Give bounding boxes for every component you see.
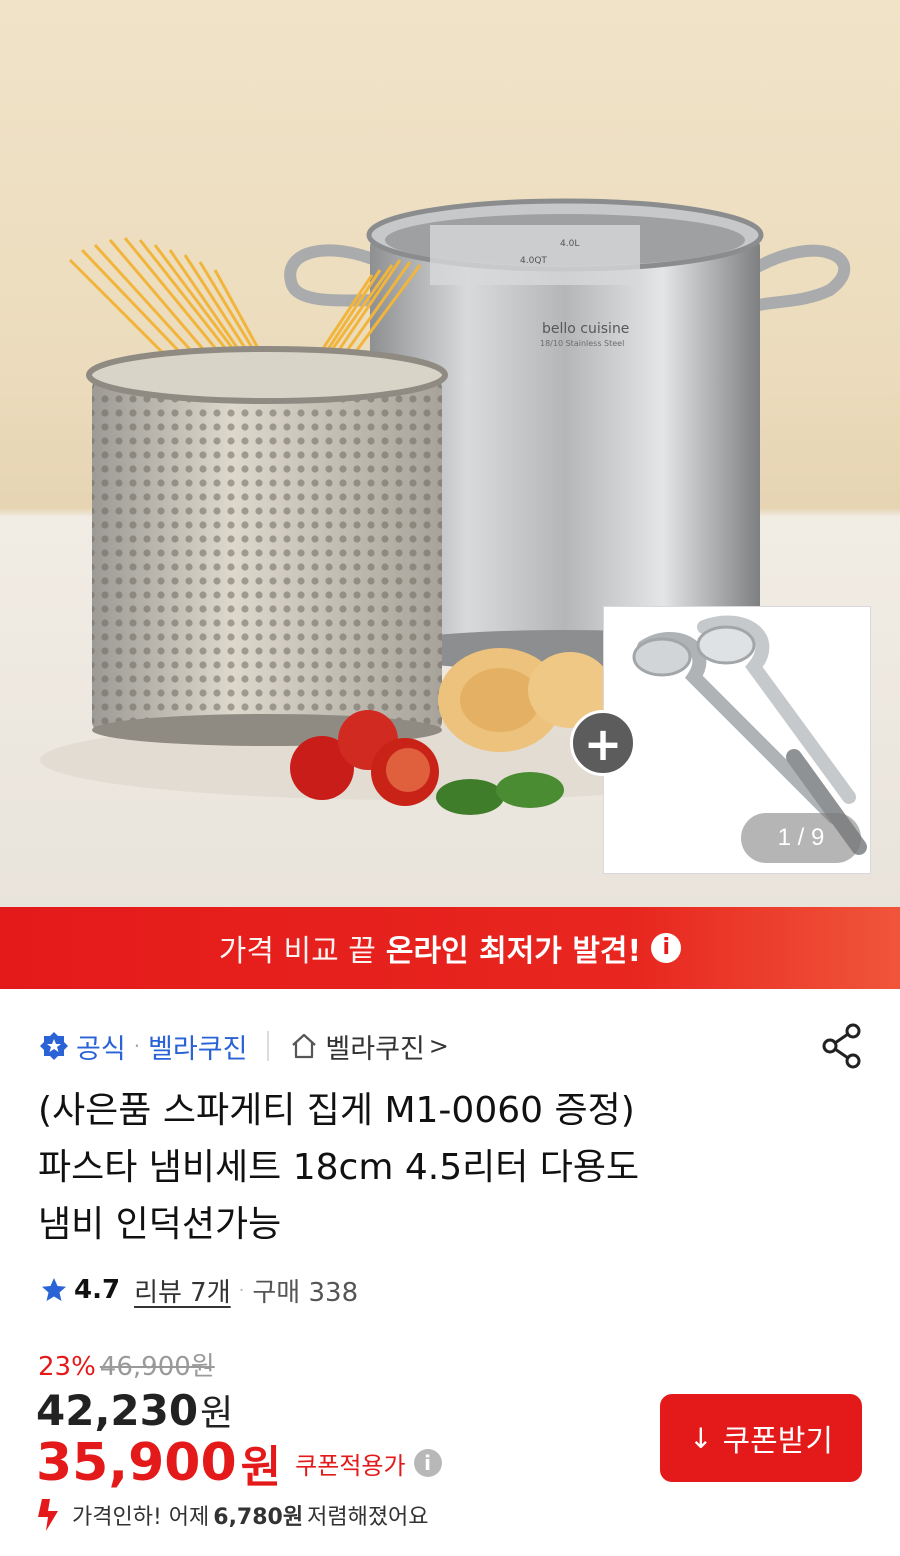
pot-mark-4qt: 4.0QT: [520, 256, 547, 266]
coupon-price-unit: 원: [240, 1442, 282, 1493]
separator-dot: ·: [133, 1034, 141, 1058]
official-label[interactable]: 공식: [76, 1027, 126, 1066]
get-coupon-button[interactable]: ↓ 쿠폰받기: [660, 1394, 862, 1482]
original-price: 46,900원: [99, 1352, 215, 1382]
coupon-price: 35,900: [36, 1433, 237, 1493]
price-drop-icon: [38, 1499, 58, 1531]
drop-amount: 6,780원: [213, 1505, 304, 1530]
title-line-1: (사은품 스파게티 집게 M1-0060 증정): [38, 1090, 635, 1131]
info-icon[interactable]: i: [413, 1449, 442, 1477]
drop-prefix: 가격인하! 어제: [72, 1505, 210, 1530]
image-counter: 1 / 9: [741, 813, 861, 863]
home-icon[interactable]: [289, 1031, 319, 1061]
current-price-unit: 원: [200, 1393, 234, 1434]
product-title: (사은품 스파게티 집게 M1-0060 증정) 파스타 냄비세트 18cm 4…: [38, 1082, 868, 1253]
divider: [267, 1031, 270, 1061]
lowest-price-banner[interactable]: 가격 비교 끝 온라인 최저가 발견! i: [0, 907, 900, 989]
coupon-button-label: 쿠폰받기: [722, 1424, 833, 1459]
rating-score: 4.7: [74, 1275, 121, 1305]
discount-rate: 23%: [38, 1352, 96, 1382]
store-link[interactable]: 벨라쿠진: [325, 1027, 424, 1066]
separator-dot: ·: [238, 1279, 245, 1301]
price-drop-notice: 가격인하! 어제 6,780원 저렴해졌어요: [36, 1496, 429, 1534]
purchase-count: 구매 338: [252, 1277, 359, 1308]
chevron-right-icon[interactable]: >: [429, 1032, 449, 1060]
pot-subtitle-text: 18/10 Stainless Steel: [540, 339, 624, 348]
official-badge-icon: [40, 1032, 68, 1060]
discount-row: 23% 46,900원: [38, 1346, 215, 1382]
title-line-2: 파스타 냄비세트 18cm 4.5리터 다용도: [38, 1147, 640, 1188]
product-image-carousel[interactable]: 4.0L 4.0QT bello cuisine 18/10 Stainless…: [0, 0, 900, 907]
download-arrow-icon: ↓: [689, 1421, 713, 1455]
banner-bold-text: 온라인 최저가 발견!: [385, 934, 642, 969]
plus-icon: +: [570, 710, 636, 776]
info-icon[interactable]: i: [651, 933, 682, 963]
price-row: 42,230 원: [36, 1384, 233, 1438]
coupon-price-row: 35,900 원 쿠폰적용가 i: [36, 1432, 442, 1494]
current-price: 42,230: [36, 1386, 199, 1435]
reviews-link[interactable]: 리뷰 7개: [134, 1272, 231, 1309]
title-line-3: 냄비 인덕션가능: [38, 1204, 282, 1245]
pot-mark-4l: 4.0L: [560, 239, 579, 249]
rating-row: 4.7 리뷰 7개 · 구매 338: [40, 1270, 358, 1310]
star-icon: [42, 1278, 66, 1301]
drop-suffix: 저렴해졌어요: [307, 1505, 429, 1530]
seller-row: 공식 · 벨라쿠진 벨라쿠진 >: [38, 1024, 449, 1068]
banner-plain-text: 가격 비교 끝: [218, 934, 376, 969]
share-icon[interactable]: [820, 1022, 864, 1070]
coupon-price-label: 쿠폰적용가: [295, 1451, 406, 1480]
brand-link[interactable]: 벨라쿠진: [148, 1027, 247, 1066]
pot-brand-text: bello cuisine: [542, 321, 629, 337]
